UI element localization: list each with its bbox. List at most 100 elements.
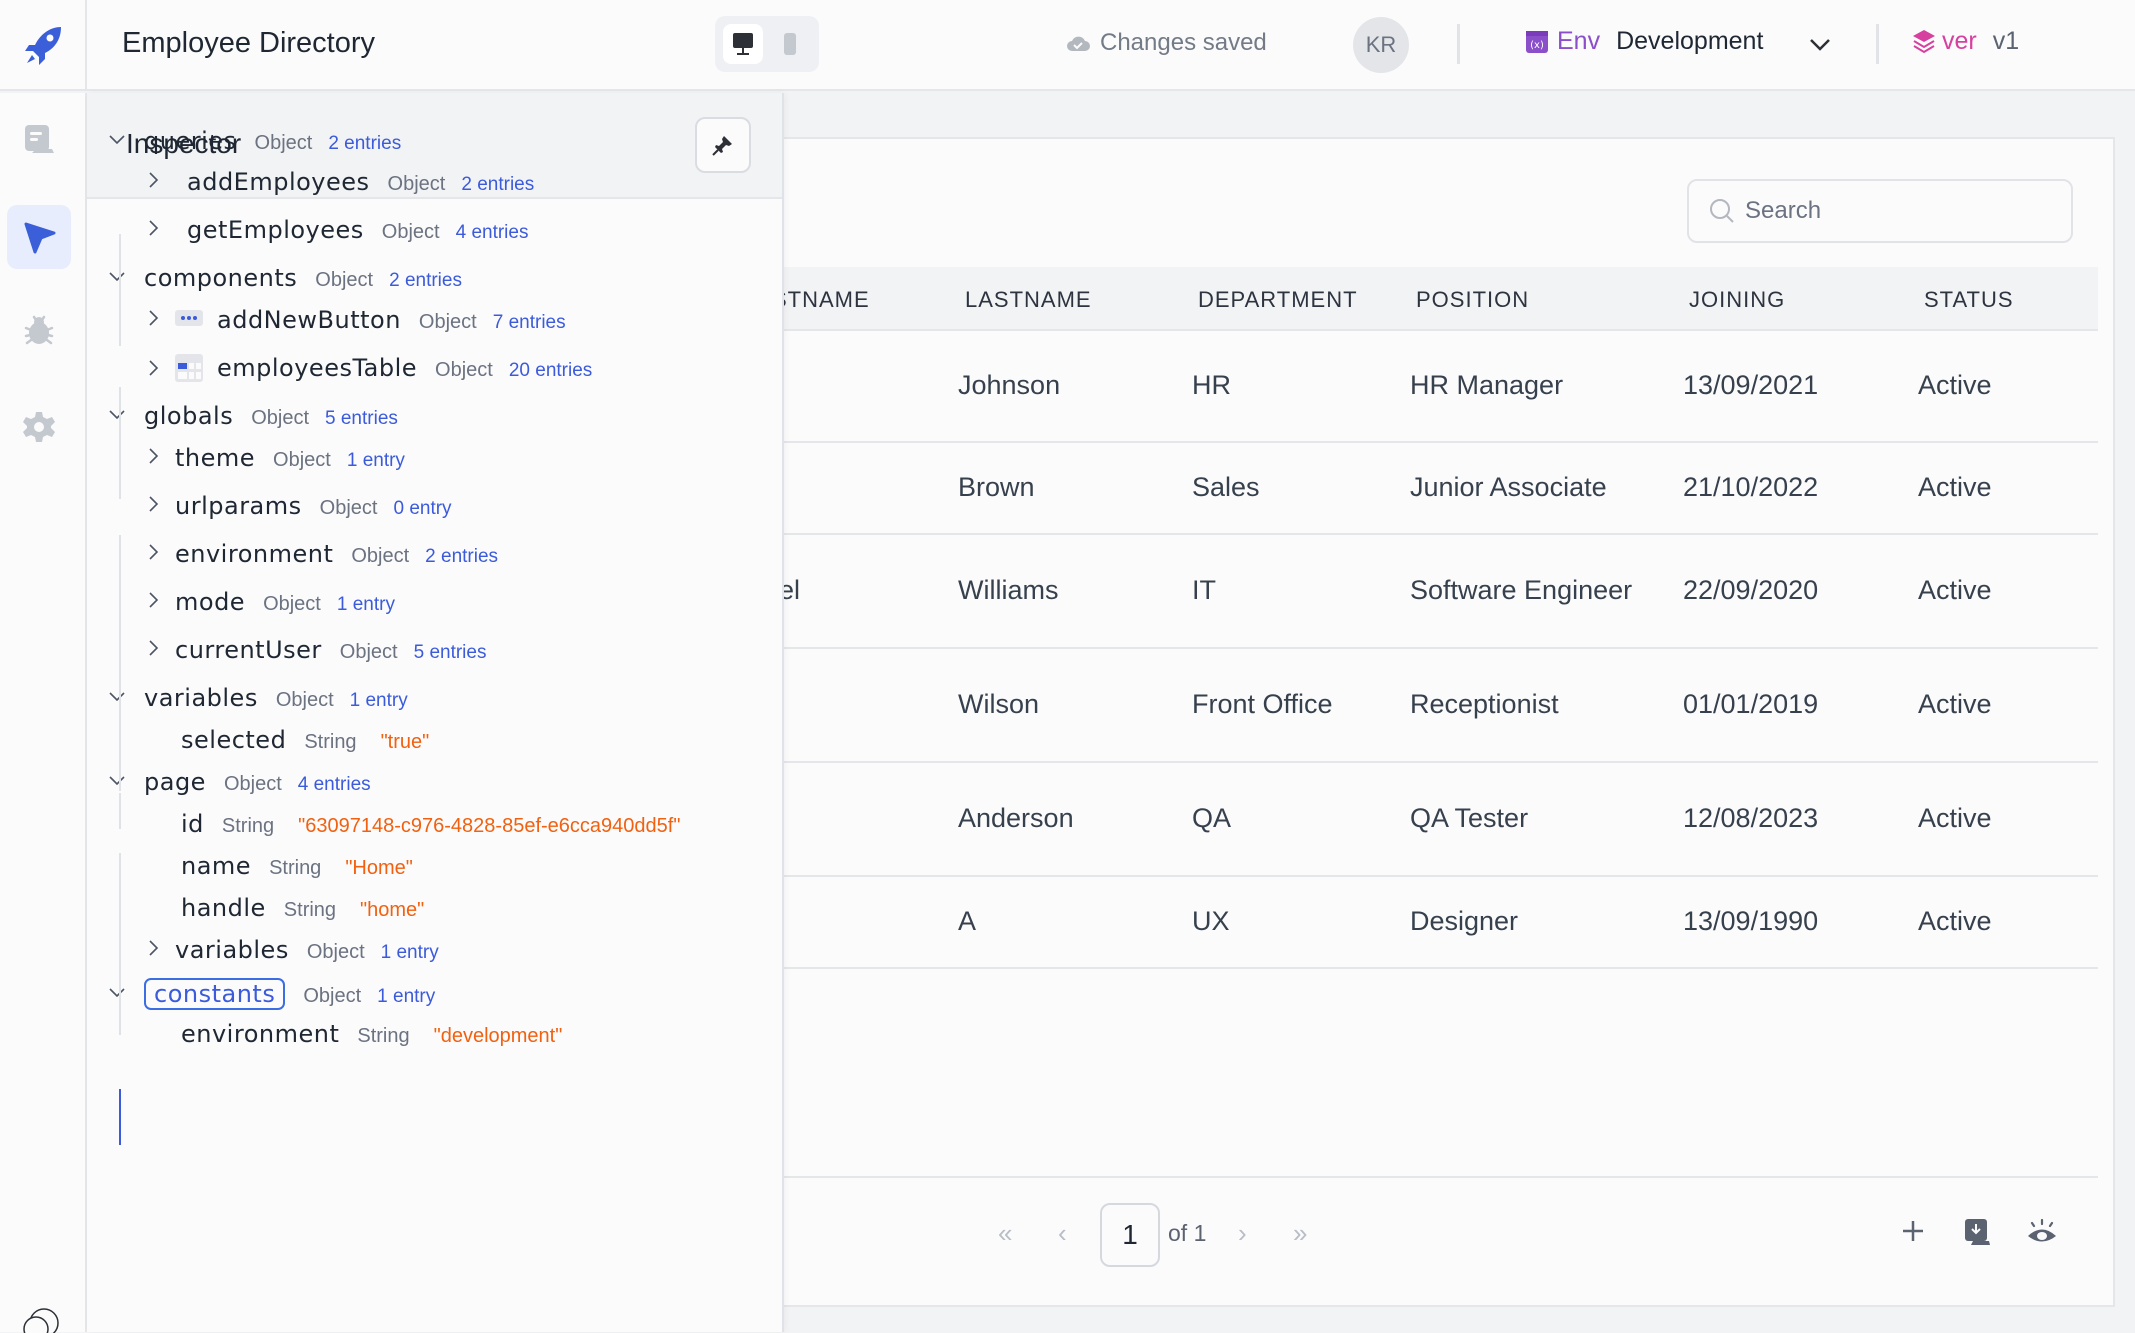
page-number-input[interactable]: 1 [1100, 1203, 1160, 1267]
device-toggle [715, 16, 819, 72]
sidebar-item-inspector[interactable] [7, 205, 71, 269]
tree-node-employeestable[interactable]: employeesTable Object 20 entries [143, 354, 592, 387]
next-page-button[interactable]: › [1238, 1218, 1247, 1249]
tree-key: mode [175, 588, 246, 616]
tree-node-addemployees[interactable]: addEmployees Object 2 entries [143, 168, 534, 196]
chevron-right-icon[interactable] [143, 590, 163, 615]
cell-position: QA Tester [1410, 803, 1529, 833]
chevron-right-icon[interactable] [143, 638, 163, 663]
chevron-down-icon[interactable] [107, 982, 127, 1007]
chevron-down-icon[interactable] [107, 686, 127, 711]
tree-string-value: "Home" [345, 857, 413, 879]
chevron-down-icon[interactable] [107, 404, 127, 429]
version-value: v1 [1992, 27, 2020, 55]
pin-button[interactable] [695, 117, 751, 173]
tree-guide-line [119, 387, 121, 499]
desktop-view-button[interactable] [723, 24, 763, 64]
tree-type: Object [315, 269, 374, 291]
chevron-down-icon[interactable] [107, 266, 127, 291]
column-header-lastname[interactable]: LASTNAME [965, 287, 1092, 313]
chevron-right-icon[interactable] [143, 542, 163, 567]
chevron-right-icon[interactable] [143, 170, 163, 195]
tree-node-queries[interactable]: queries Object 2 entries [107, 127, 401, 155]
tree-key: addEmployees [187, 168, 370, 196]
chevron-right-icon[interactable] [143, 308, 163, 333]
last-page-button[interactable]: » [1293, 1218, 1307, 1249]
tree-guide-line [119, 1089, 121, 1145]
mobile-view-button[interactable] [775, 24, 805, 64]
tree-node-selected[interactable]: selected String "true" [181, 726, 429, 754]
app-logo[interactable] [0, 0, 87, 91]
table-row[interactable]: A UX Designer 13/09/1990 Active [762, 877, 2098, 969]
table-footer-divider [762, 1176, 2098, 1178]
tree-node-addnewbutton[interactable]: addNewButton Object 7 entries [143, 306, 566, 334]
tree-node-variables[interactable]: variables Object 1 entry [107, 684, 408, 712]
download-icon[interactable] [1963, 1217, 1991, 1247]
tree-guide-line [119, 853, 121, 1035]
table-row[interactable]: dAndersonQAQA Tester12/08/2023Active [762, 763, 2098, 877]
table-row[interactable]: Brown Sales Junior Associate 21/10/2022 Acti… [762, 443, 2098, 535]
chevron-down-icon[interactable] [107, 770, 127, 795]
chevron-right-icon[interactable] [143, 446, 163, 471]
chevron-right-icon[interactable] [143, 358, 163, 383]
divider [1457, 24, 1460, 64]
chat-bubbles-icon[interactable] [14, 1303, 64, 1333]
tree-node-mode[interactable]: mode Object 1 entry [143, 588, 395, 616]
page-count: of 1 [1168, 1220, 1207, 1246]
env-label: Env [1557, 27, 1601, 55]
column-header-firstname[interactable]: STNAME [772, 287, 870, 313]
table-row[interactable]: aelWilliamsITSoftware Engineer22/09/2020… [762, 535, 2098, 649]
tree-node-page[interactable]: page Object 4 entries [107, 768, 371, 796]
svg-text:(x): (x) [1530, 40, 1544, 51]
tree-string-value: "63097148-c976-4828-85ef-e6cca940dd5f" [298, 815, 681, 837]
tree-node-currentuser[interactable]: currentUser Object 5 entries [143, 636, 486, 664]
tree-node-globals[interactable]: globals Object 5 entries [107, 402, 398, 430]
column-header-position[interactable]: POSITION [1416, 287, 1529, 313]
tree-string-value: "home" [360, 899, 425, 921]
tree-node-environment[interactable]: environment Object 2 entries [143, 540, 498, 568]
chevron-down-icon[interactable] [1806, 30, 1834, 58]
tree-node-environment[interactable]: environment String "development" [181, 1020, 562, 1048]
tree-node-urlparams[interactable]: urlparams Object 0 entry [143, 492, 452, 520]
version-selector[interactable]: ver v1 [1912, 27, 2019, 56]
prev-page-button[interactable]: ‹ [1058, 1218, 1067, 1249]
tree-type: String [283, 899, 337, 921]
tree-key: selected [181, 726, 287, 754]
eye-icon[interactable] [2026, 1217, 2058, 1247]
table-search[interactable] [1687, 179, 2073, 243]
table-row[interactable]: hWilsonFront OfficeReceptionist01/01/201… [762, 649, 2098, 763]
cell-dept: IT [1192, 575, 1216, 605]
tree-node-getemployees[interactable]: getEmployees Object 4 entries [143, 216, 528, 244]
column-header-status[interactable]: STATUS [1924, 287, 2014, 313]
tree-node-variables[interactable]: variables Object 1 entry [143, 936, 439, 964]
tree-key: handle [181, 894, 266, 922]
chevron-right-icon[interactable] [143, 938, 163, 963]
sidebar-item-debugger[interactable] [7, 299, 71, 363]
chevron-down-icon[interactable] [107, 129, 127, 154]
tree-key: getEmployees [187, 216, 364, 244]
add-row-icon[interactable] [1899, 1217, 1927, 1245]
tree-node-theme[interactable]: theme Object 1 entry [143, 444, 405, 472]
cell-last: Brown [958, 472, 1035, 502]
table-row[interactable]: yJohnsonHRHR Manager13/09/2021Active [762, 331, 2098, 443]
tree-node-components[interactable]: components Object 2 entries [107, 264, 462, 292]
search-input[interactable] [1745, 197, 2045, 225]
tree-node-constants[interactable]: constants Object 1 entry [107, 978, 435, 1010]
pointer-icon [24, 222, 56, 254]
env-variable-icon: (x) [1526, 30, 1548, 53]
column-header-joining[interactable]: JOINING [1689, 287, 1785, 313]
user-avatar[interactable]: KR [1353, 17, 1409, 73]
environment-selector[interactable]: (x) Env Development [1525, 27, 1763, 56]
tree-node-handle[interactable]: handle String "home" [181, 894, 424, 922]
sidebar-item-settings[interactable] [7, 395, 71, 459]
chevron-right-icon[interactable] [143, 494, 163, 519]
tree-node-name[interactable]: name String "Home" [181, 852, 413, 880]
chevron-right-icon[interactable] [143, 218, 163, 243]
column-header-department[interactable]: DEPARTMENT [1198, 287, 1358, 313]
first-page-button[interactable]: « [998, 1218, 1012, 1249]
rocket-icon [24, 26, 61, 65]
tree-node-id[interactable]: id String "63097148-c976-4828-85ef-e6cca94… [181, 810, 680, 838]
gear-icon [23, 412, 55, 442]
sidebar-item-pages[interactable] [7, 108, 71, 172]
tree-entries-count: 5 entries [325, 408, 398, 429]
